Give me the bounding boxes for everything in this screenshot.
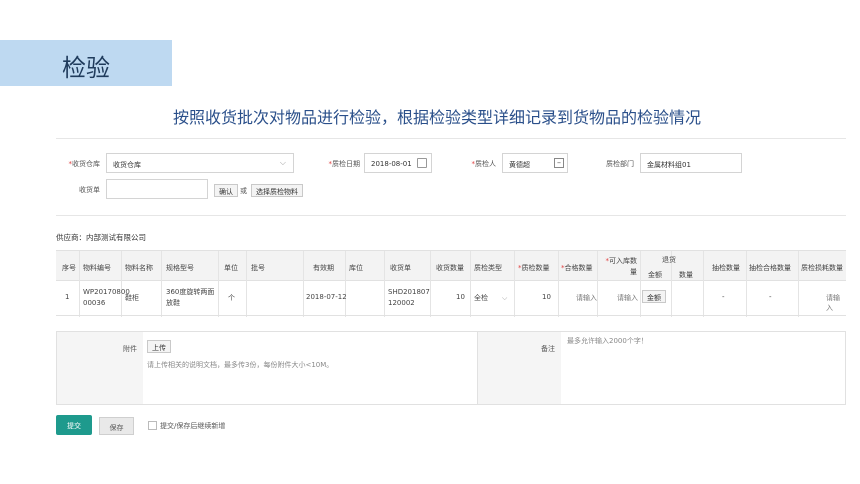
select-material-button[interactable]: 选择质检物料 [251,184,303,197]
col-receipt: 收货单 [390,264,411,272]
inspector-field[interactable]: 黄德超 – [502,153,568,173]
col-batch: 批号 [251,264,265,272]
slide-subtitle: 按照收货批次对物品进行检验，根据检验类型详细记录到货物品的检验情况 [172,108,701,127]
col-sample-pass: 抽检合格数量 [749,264,791,272]
or-text: 或 [240,187,247,195]
col-spec: 规格型号 [166,264,194,272]
col-code: 物料编号 [83,264,111,272]
chevron-down-icon: ⌵ [502,294,508,302]
supplier-label: 供应商：内部测试有限公司 [56,233,146,242]
form-header: *收货仓库 收货仓库 ⌵ *质检日期 2018-08-01 *质检人 黄德超 – 质… [56,138,846,216]
cell-name: 鞋柜 [125,294,139,302]
receipt-input[interactable] [106,179,208,199]
inspection-form-panel: *收货仓库 收货仓库 ⌵ *质检日期 2018-08-01 *质检人 黄德超 – 质… [56,138,846,438]
remark-textarea[interactable]: 最多允许输入2000个字！ [567,336,648,346]
upload-hint: 请上传相关的说明文档，最多传3份，每份附件大小<10M。 [147,361,334,369]
submit-button[interactable]: 提交 [56,415,92,435]
cell-code: WP20170800 00036 [83,288,130,307]
dept-label: 质检部门 [606,160,634,168]
col-recv-qty: 收货数量 [436,264,464,272]
cell-seq: 1 [65,293,70,301]
cell-unit: 个 [228,294,235,302]
sample-loss-input[interactable]: 请输入 [826,293,846,313]
title-banner: 检验 [0,40,172,86]
col-return-amount: 金额 [648,271,662,279]
continue-checkbox[interactable] [148,421,157,430]
chevron-down-icon: ⌵ [279,158,286,167]
col-insp-type: 质检类型 [474,264,502,272]
inspect-date-field[interactable]: 2018-08-01 [364,153,432,173]
col-insp-qty: *质检数量 [518,264,550,272]
cell-sample-pass: - [769,293,772,301]
pass-qty-input[interactable]: 请输入 [576,293,597,303]
stock-qty-input[interactable]: 请输入 [617,293,638,303]
slide: 检验 按照收货批次对物品进行检验，根据检验类型详细记录到货物品的检验情况 *收货… [0,0,860,484]
confirm-button[interactable]: 确认 [214,184,238,197]
insp-type-select[interactable]: 全检 ⌵ [474,293,507,303]
cell-insp-qty[interactable]: 10 [542,293,551,301]
select-user-icon[interactable]: – [554,158,564,168]
inspection-table: 序号 物料编号 物料名称 规格型号 单位 批号 有效期 库位 收货单 收货数量 … [56,250,846,317]
warehouse-label: *收货仓库 [68,160,101,168]
dept-field[interactable]: 金属材料组01 [640,153,742,173]
col-sample-qty: 抽检数量 [712,264,740,272]
col-pass-qty: *合格数量 [561,264,593,272]
remark-label: 备注 [541,345,555,353]
col-name: 物料名称 [125,264,153,272]
save-button[interactable]: 保存 [99,417,134,435]
col-seq: 序号 [62,264,76,272]
warehouse-select[interactable]: 收货仓库 ⌵ [106,153,294,173]
return-amount-button[interactable]: 金额 [642,290,666,303]
cell-receipt: SHD201807 120002 [388,288,430,307]
calendar-icon[interactable] [417,158,427,168]
continue-label: 提交/保存后继续新增 [160,422,226,430]
slide-title: 检验 [62,54,110,82]
col-stock-qty: *可入库数量 [605,257,638,276]
col-return: 退货 [662,256,676,264]
col-expiry: 有效期 [313,264,334,272]
col-unit: 单位 [224,264,238,272]
inspect-date-label: *质检日期 [328,160,361,168]
attachment-label: 附件 [123,345,137,353]
col-sample-loss: 质检损耗数量 [801,264,843,272]
inspector-label: *质检人 [471,160,497,168]
upload-button[interactable]: 上传 [147,340,171,353]
col-return-qty: 数量 [679,271,693,279]
attachment-section: 附件 上传 请上传相关的说明文档，最多传3份，每份附件大小<10M。 备注 最多… [56,331,846,405]
cell-sample-qty: - [722,293,725,301]
col-location: 库位 [349,264,363,272]
receipt-label: 收货单 [79,186,100,194]
cell-spec: 360度旋转两面 放鞋 [166,288,215,307]
cell-expiry: 2018-07-12 [306,293,347,301]
cell-recv-qty: 10 [456,293,465,301]
